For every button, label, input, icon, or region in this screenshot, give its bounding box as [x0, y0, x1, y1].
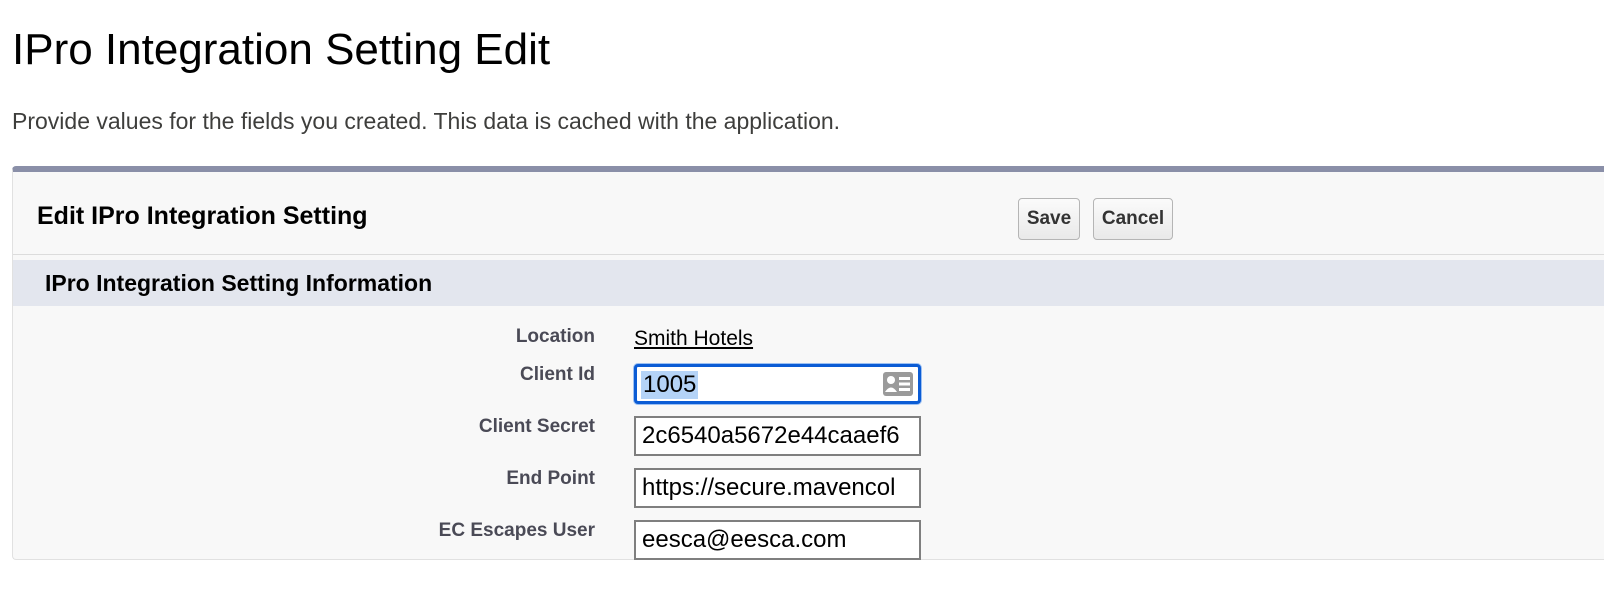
end-point-label: End Point [506, 468, 595, 489]
client-secret-field[interactable] [634, 416, 921, 456]
edit-panel: Edit IPro Integration Setting Save Cance… [12, 166, 1604, 560]
client-secret-label: Client Secret [478, 416, 595, 437]
ec-escapes-user-field[interactable] [634, 520, 921, 560]
section-header: IPro Integration Setting Information [13, 260, 1604, 306]
cancel-button[interactable]: Cancel [1093, 198, 1173, 240]
client-id-field[interactable]: 1005 [634, 364, 921, 404]
ec-escapes-user-label: EC Escapes User [438, 520, 595, 541]
location-label: Location [515, 326, 595, 347]
page-title: IPro Integration Setting Edit [12, 25, 551, 74]
end-point-field[interactable] [634, 468, 921, 508]
save-button[interactable]: Save [1018, 198, 1080, 240]
client-id-value[interactable]: 1005 [641, 371, 699, 399]
panel-title: Edit IPro Integration Setting [37, 202, 368, 230]
location-link[interactable]: Smith Hotels [634, 326, 753, 352]
end-point-input[interactable] [636, 470, 919, 506]
ec-escapes-user-input[interactable] [636, 522, 919, 558]
panel-header: Edit IPro Integration Setting Save Cance… [13, 172, 1604, 255]
client-secret-input[interactable] [636, 418, 919, 454]
client-id-label: Client Id [520, 364, 595, 385]
page-description: Provide values for the fields you create… [12, 108, 841, 134]
section-title: IPro Integration Setting Information [45, 270, 433, 296]
contact-card-icon[interactable] [882, 371, 914, 397]
